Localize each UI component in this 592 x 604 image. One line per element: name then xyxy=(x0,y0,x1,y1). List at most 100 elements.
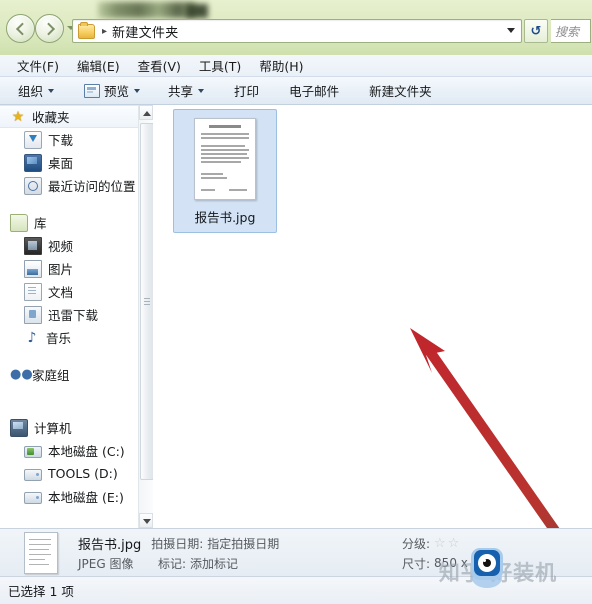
thunder-download-icon xyxy=(24,305,42,324)
address-bar[interactable]: ▸ 新建文件夹 xyxy=(72,19,522,43)
refresh-button[interactable]: ↺ xyxy=(524,19,548,43)
star-icon: ★ xyxy=(11,108,25,125)
sidebar-item-drive-e[interactable]: 本地磁盘 (E:) xyxy=(0,485,152,508)
thumbnail-line xyxy=(201,189,215,191)
scroll-up-button[interactable] xyxy=(139,105,153,120)
sidebar-item-label: TOOLS (D:) xyxy=(48,466,118,481)
details-date-value[interactable]: 指定拍摄日期 xyxy=(207,535,279,552)
toolbar-preview-label: 预览 xyxy=(104,84,130,99)
sidebar-item-label: 家庭组 xyxy=(32,368,70,383)
forward-arrow-icon xyxy=(41,22,55,35)
chevron-down-icon xyxy=(48,88,55,93)
breadcrumb-separator-icon: ▸ xyxy=(102,25,108,37)
sidebar-item-documents[interactable]: 文档 xyxy=(0,280,152,303)
folder-icon xyxy=(78,21,95,39)
sidebar-item-label: 图片 xyxy=(48,262,74,277)
sidebar-item-pictures[interactable]: 图片 xyxy=(0,257,152,280)
thumbnail-line xyxy=(29,564,49,566)
sidebar-item-libraries[interactable]: 库 xyxy=(0,211,152,234)
details-rating-key: 分级: xyxy=(402,536,431,551)
back-button[interactable] xyxy=(6,14,35,43)
back-arrow-icon xyxy=(15,22,29,35)
recent-places-icon xyxy=(24,176,42,195)
menu-bar: 文件(F) 编辑(E) 查看(V) 工具(T) 帮助(H) xyxy=(0,55,592,77)
toolbar-print-button[interactable]: 打印 xyxy=(226,78,267,103)
details-size-value: 850 x xyxy=(434,556,468,570)
search-input[interactable]: 搜索 xyxy=(551,19,591,43)
sidebar-divider xyxy=(0,386,152,416)
rating-star-icon[interactable]: ☆ xyxy=(434,536,446,551)
system-drive-icon xyxy=(24,445,42,458)
file-list-pane[interactable]: 报告书.jpg xyxy=(153,105,592,593)
library-icon xyxy=(10,213,28,232)
navigation-pane: ★ 收藏夹 下载 桌面 最近访问的位置 库 视频 图片 文档 迅雷下载 ♪ 音乐… xyxy=(0,105,153,528)
forward-button[interactable] xyxy=(35,14,64,43)
toolbar-share-button[interactable]: 共享 xyxy=(160,78,212,103)
file-name-label[interactable]: 报告书.jpg xyxy=(192,207,258,226)
chevron-down-icon[interactable] xyxy=(507,28,515,33)
scroll-down-button[interactable] xyxy=(139,513,153,528)
thumbnail-line xyxy=(29,539,51,541)
download-icon xyxy=(24,130,42,149)
details-size-key: 尺寸: xyxy=(402,556,431,571)
details-tags-value[interactable]: 添加标记 xyxy=(190,555,238,572)
thumbnail-line xyxy=(201,173,223,175)
status-bar: 已选择 1 项 xyxy=(0,576,592,604)
toolbar-organize-button[interactable]: 组织 xyxy=(10,78,62,103)
picture-icon xyxy=(24,259,42,278)
sidebar-item-downloads[interactable]: 下载 xyxy=(0,128,152,151)
arrow-head xyxy=(410,328,445,373)
redacted-title-text xyxy=(98,2,196,18)
preview-icon xyxy=(84,83,101,98)
thumbnail-line xyxy=(201,133,249,135)
video-icon xyxy=(24,236,42,255)
toolbar-organize-label: 组织 xyxy=(18,84,44,99)
scrollbar-grip-icon xyxy=(144,297,150,299)
chevron-down-icon xyxy=(198,88,205,93)
details-tags-key: 标记: xyxy=(158,556,187,571)
sidebar-item-label: 音乐 xyxy=(46,331,72,346)
sidebar-item-recent-places[interactable]: 最近访问的位置 xyxy=(0,174,152,197)
sidebar-divider xyxy=(0,197,152,211)
thumbnail-line xyxy=(29,559,45,561)
sidebar-item-desktop[interactable]: 桌面 xyxy=(0,151,152,174)
details-thumbnail xyxy=(24,532,58,574)
status-text: 已选择 1 项 xyxy=(8,584,74,599)
toolbar: 组织 预览 共享 打印 电子邮件 新建文件夹 xyxy=(0,77,592,105)
sidebar-item-label: 本地磁盘 (C:) xyxy=(48,444,125,459)
sidebar-item-music[interactable]: ♪ 音乐 xyxy=(0,326,152,349)
details-size-row: 尺寸: 850 x xyxy=(402,553,582,573)
toolbar-preview-button[interactable]: 预览 xyxy=(76,78,148,103)
thumbnail-line xyxy=(201,137,249,139)
details-pane: 报告书.jpg 拍摄日期: 指定拍摄日期 JPEG 图像 标记: 添加标记 分级… xyxy=(0,528,592,577)
sidebar-item-videos[interactable]: 视频 xyxy=(0,234,152,257)
scrollbar-thumb[interactable] xyxy=(140,123,154,480)
sidebar-item-drive-c[interactable]: 本地磁盘 (C:) xyxy=(0,439,152,462)
sidebar-item-drive-d[interactable]: TOOLS (D:) xyxy=(0,462,152,485)
thumbnail-line xyxy=(29,549,49,551)
menu-item-file[interactable]: 文件(F) xyxy=(8,54,68,77)
computer-icon xyxy=(10,418,28,437)
sidebar-item-favorites[interactable]: ★ 收藏夹 xyxy=(0,105,152,128)
menu-item-help[interactable]: 帮助(H) xyxy=(250,54,312,77)
homegroup-icon: ●● xyxy=(10,366,33,382)
file-item-selected[interactable]: 报告书.jpg xyxy=(173,109,277,233)
thumbnail-line xyxy=(201,149,249,151)
menu-item-edit[interactable]: 编辑(E) xyxy=(68,54,129,77)
toolbar-print-label: 打印 xyxy=(234,84,260,99)
sidebar-item-homegroup[interactable]: ●● 家庭组 xyxy=(0,363,152,386)
rating-star-icon[interactable]: ☆ xyxy=(448,536,460,551)
toolbar-new-folder-button[interactable]: 新建文件夹 xyxy=(361,78,440,103)
thumbnail-title-line xyxy=(209,125,241,128)
menu-item-view[interactable]: 查看(V) xyxy=(129,54,190,77)
navigation-pane-scrollbar[interactable] xyxy=(138,105,154,528)
chevron-down-icon xyxy=(134,88,141,93)
thumbnail-line xyxy=(29,554,51,556)
sidebar-item-thunder-download[interactable]: 迅雷下载 xyxy=(0,303,152,326)
menu-item-tools[interactable]: 工具(T) xyxy=(190,54,250,77)
details-file-type: JPEG 图像 xyxy=(78,556,134,571)
toolbar-email-button[interactable]: 电子邮件 xyxy=(281,78,347,103)
breadcrumb-path[interactable]: 新建文件夹 xyxy=(112,22,179,41)
sidebar-item-label: 迅雷下载 xyxy=(48,308,99,323)
sidebar-item-computer[interactable]: 计算机 xyxy=(0,416,152,439)
